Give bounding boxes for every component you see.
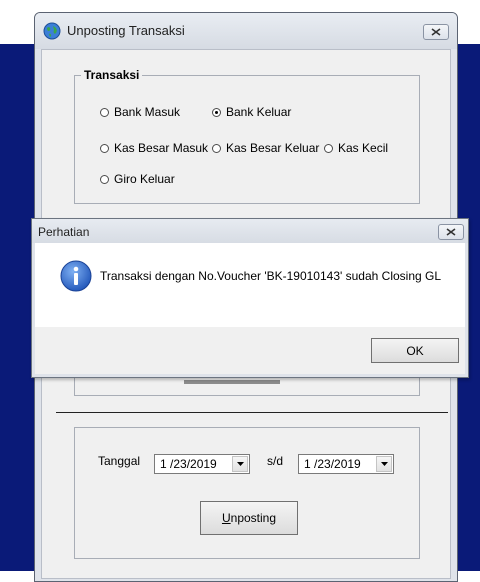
radio-bank-keluar[interactable]: Bank Keluar: [212, 105, 291, 119]
info-icon: [60, 260, 92, 292]
radio-bank-masuk-label: Bank Masuk: [114, 105, 181, 119]
radio-giro-keluar-label: Giro Keluar: [114, 172, 175, 186]
perhatian-dialog: Perhatian Transaksi dengan No.Voucher 'B…: [31, 218, 469, 378]
radio-kas-kecil-label: Kas Kecil: [338, 141, 389, 155]
date-to-value: 1 /23/2019: [304, 457, 361, 471]
date-to-picker[interactable]: 1 /23/2019: [298, 454, 394, 474]
date-range-group: [74, 427, 420, 559]
radio-bank-keluar-label: Bank Keluar: [226, 105, 292, 119]
radio-kas-besar-masuk[interactable]: Kas Besar Masuk: [100, 141, 208, 155]
dialog-title: Perhatian: [38, 225, 90, 239]
dropdown-arrow-icon[interactable]: [376, 456, 392, 472]
dropdown-arrow-icon[interactable]: [232, 456, 248, 472]
dialog-titlebar[interactable]: Perhatian: [32, 219, 468, 243]
radio-kas-besar-keluar-label: Kas Besar Keluar: [226, 141, 320, 155]
close-icon: [446, 228, 456, 236]
radio-kas-besar-masuk-label: Kas Besar Masuk: [114, 141, 209, 155]
dialog-close-button[interactable]: [438, 224, 464, 240]
transaksi-group-label: Transaksi: [84, 68, 140, 82]
radio-kas-besar-masuk-circle: [100, 143, 109, 153]
window-titlebar[interactable]: Unposting Transaksi: [35, 13, 457, 49]
radio-bank-keluar-circle: [212, 107, 221, 117]
dialog-message: Transaksi dengan No.Voucher 'BK-19010143…: [100, 269, 442, 283]
ok-button-label: OK: [406, 343, 424, 358]
date-from-value: 1 /23/2019: [160, 457, 217, 471]
globe-icon: [43, 22, 61, 40]
unposting-button-label: Unposting: [221, 511, 277, 525]
radio-giro-keluar[interactable]: Giro Keluar: [100, 172, 175, 186]
radio-bank-masuk-circle: [100, 107, 109, 117]
ok-button[interactable]: OK: [371, 338, 459, 363]
dialog-footer: OK: [35, 327, 465, 374]
close-button[interactable]: [423, 24, 449, 40]
obscured-button: [184, 380, 280, 384]
unposting-button[interactable]: Unposting: [200, 501, 298, 535]
radio-kas-kecil-circle: [324, 143, 333, 153]
radio-kas-besar-keluar[interactable]: Kas Besar Keluar: [212, 141, 319, 155]
radio-kas-kecil[interactable]: Kas Kecil: [324, 141, 388, 155]
window-title: Unposting Transaksi: [67, 23, 185, 38]
range-separator: s/d: [267, 454, 284, 468]
radio-bank-masuk[interactable]: Bank Masuk: [100, 105, 180, 119]
date-from-picker[interactable]: 1 /23/2019: [154, 454, 250, 474]
tanggal-label: Tanggal: [98, 454, 141, 468]
separator-line: [56, 412, 448, 413]
radio-kas-besar-keluar-circle: [212, 143, 221, 153]
close-icon: [431, 28, 441, 36]
radio-giro-keluar-circle: [100, 174, 109, 184]
dialog-body: Transaksi dengan No.Voucher 'BK-19010143…: [35, 243, 465, 327]
